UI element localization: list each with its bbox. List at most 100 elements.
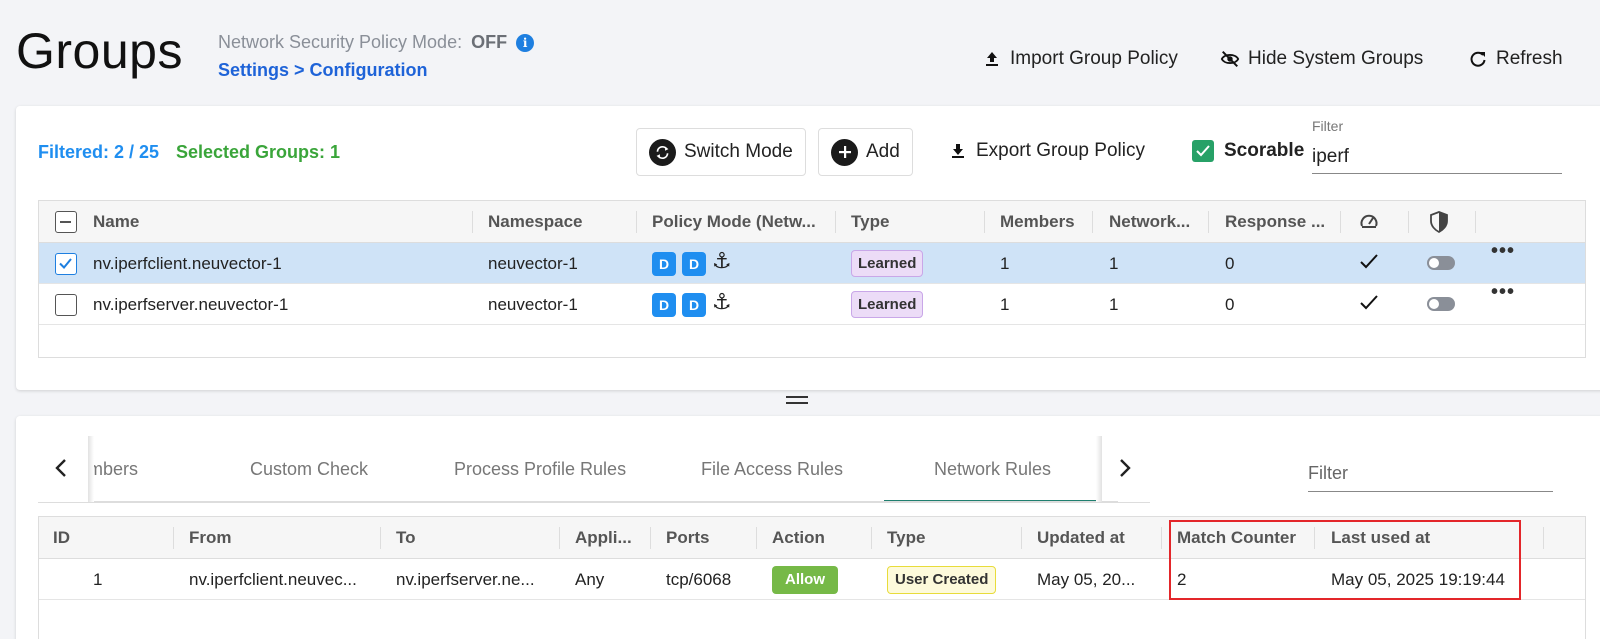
col-members[interactable]: Members	[1000, 201, 1090, 243]
group-details-panel: mbers Custom Check Process Profile Rules…	[16, 416, 1600, 639]
col-id[interactable]: ID	[53, 517, 70, 559]
tab-scroll-right-icon[interactable]	[1118, 458, 1132, 484]
group-network: 1	[1109, 254, 1119, 273]
tab-file-access-rules[interactable]: File Access Rules	[701, 436, 843, 501]
col-namespace[interactable]: Namespace	[488, 201, 628, 243]
group-row[interactable]: nv.iperfclient.neuvector-1 neuvector-1 D…	[39, 240, 1585, 284]
col-response[interactable]: Response ...	[1225, 201, 1340, 243]
upload-icon	[986, 52, 998, 66]
row-checkbox[interactable]	[55, 294, 77, 316]
col-ports[interactable]: Ports	[666, 517, 709, 559]
rule-match-counter: 2	[1177, 570, 1187, 589]
rules-filter-input[interactable]	[1308, 456, 1553, 492]
import-group-policy-button[interactable]: Import Group Policy	[982, 48, 1178, 70]
col-action[interactable]: Action	[772, 517, 825, 559]
selected-groups-count: Selected Groups: 1	[176, 142, 341, 162]
rule-updated-at: May 05, 20...	[1037, 570, 1136, 589]
page-title: Groups	[16, 23, 183, 79]
group-name: nv.iperfclient.neuvector-1	[93, 254, 282, 273]
select-all-checkbox[interactable]	[55, 211, 77, 233]
policy-mode-line: Network Security Policy Mode: OFF i	[218, 32, 535, 53]
filter-label: Filter	[1312, 118, 1344, 134]
policy-mode-badge: D	[652, 252, 676, 276]
rule-from: nv.iperfclient.neuvec...	[189, 570, 357, 589]
rule-application: Any	[575, 570, 605, 589]
network-rules-table: ID From To Appli... Ports Action Type Up…	[38, 516, 1586, 639]
check-icon	[1360, 295, 1378, 310]
tab-members[interactable]: mbers	[88, 436, 138, 501]
col-to[interactable]: To	[396, 517, 416, 559]
panel-resize-handle[interactable]	[786, 395, 808, 405]
group-namespace: neuvector-1	[488, 295, 578, 314]
check-icon	[1360, 254, 1378, 269]
rule-last-used-at: May 05, 2025 19:19:44	[1331, 570, 1505, 589]
scorable-checkbox[interactable]	[1192, 140, 1214, 162]
import-group-policy-label: Import Group Policy	[1010, 48, 1178, 69]
tab-process-profile-rules[interactable]: Process Profile Rules	[454, 436, 626, 501]
col-policy-mode[interactable]: Policy Mode (Netw...	[652, 201, 832, 243]
refresh-icon	[1470, 51, 1486, 67]
info-icon[interactable]: i	[516, 34, 535, 52]
tab-custom-check[interactable]: Custom Check	[250, 436, 368, 501]
add-label: Add	[866, 141, 900, 162]
group-filter-input[interactable]	[1312, 140, 1562, 174]
groups-table-header: Name Namespace Policy Mode (Netw... Type…	[39, 201, 1585, 243]
policy-mode-badge: D	[652, 293, 676, 317]
more-options-icon[interactable]: •••	[1491, 240, 1515, 263]
group-response: 0	[1225, 295, 1235, 314]
col-rule-type[interactable]: Type	[887, 517, 925, 559]
group-namespace: neuvector-1	[488, 254, 578, 273]
export-group-policy-label: Export Group Policy	[976, 140, 1145, 161]
group-members: 1	[1000, 295, 1010, 314]
export-group-policy-button[interactable]: Export Group Policy	[948, 140, 1145, 162]
eye-off-icon	[1220, 51, 1240, 67]
col-from[interactable]: From	[189, 517, 232, 559]
refresh-label: Refresh	[1496, 48, 1563, 69]
col-last-used-at[interactable]: Last used at	[1331, 517, 1430, 559]
group-members: 1	[1000, 254, 1010, 273]
type-badge: Learned	[851, 250, 924, 277]
gauge-icon	[1360, 214, 1378, 228]
profile-mode-badge: D	[682, 252, 706, 276]
group-toggle[interactable]	[1427, 256, 1455, 270]
col-name[interactable]: Name	[93, 201, 463, 243]
tab-scroll-left-icon[interactable]	[54, 458, 68, 484]
download-icon	[952, 144, 964, 158]
col-type[interactable]: Type	[851, 201, 981, 243]
plus-icon	[831, 138, 858, 166]
add-button[interactable]: Add	[818, 128, 913, 176]
shield-icon	[1430, 211, 1448, 233]
network-rules-header: ID From To Appli... Ports Action Type Up…	[39, 517, 1585, 559]
rule-to: nv.iperfserver.ne...	[396, 570, 535, 589]
scorable-label: Scorable	[1224, 140, 1305, 161]
group-row[interactable]: nv.iperfserver.neuvector-1 neuvector-1 D…	[39, 281, 1585, 325]
anchor-icon: ⚓	[712, 289, 732, 314]
col-application[interactable]: Appli...	[575, 517, 632, 559]
groups-panel: Filtered: 2 / 25 Selected Groups: 1 Swit…	[16, 106, 1600, 390]
rule-action-badge: Allow	[772, 566, 838, 594]
group-toggle[interactable]	[1427, 297, 1455, 311]
group-name: nv.iperfserver.neuvector-1	[93, 295, 289, 314]
more-options-icon[interactable]: •••	[1491, 281, 1515, 304]
breadcrumb-link[interactable]: Settings > Configuration	[218, 60, 428, 81]
rule-id: 1	[93, 570, 103, 589]
filtered-count: Filtered: 2 / 25	[38, 142, 160, 162]
row-checkbox[interactable]	[55, 253, 77, 275]
switch-mode-icon	[649, 138, 676, 166]
switch-mode-button[interactable]: Switch Mode	[636, 128, 806, 176]
col-match-counter[interactable]: Match Counter	[1177, 517, 1296, 559]
tab-bar: mbers Custom Check Process Profile Rules…	[88, 436, 1118, 502]
tab-network-rules[interactable]: Network Rules	[884, 436, 1101, 501]
network-rule-row[interactable]: 1 nv.iperfclient.neuvec... nv.iperfserve…	[39, 559, 1585, 600]
rule-type-badge: User Created	[887, 566, 997, 594]
scorable-toggle[interactable]: Scorable	[1192, 140, 1304, 162]
profile-mode-badge: D	[682, 293, 706, 317]
col-updated-at[interactable]: Updated at	[1037, 517, 1125, 559]
switch-mode-label: Switch Mode	[684, 141, 793, 162]
refresh-button[interactable]: Refresh	[1468, 48, 1563, 70]
policy-mode-label: Network Security Policy Mode:	[218, 32, 463, 52]
hide-system-groups-button[interactable]: Hide System Groups	[1220, 48, 1423, 70]
col-network[interactable]: Network...	[1109, 201, 1204, 243]
groups-table: Name Namespace Policy Mode (Netw... Type…	[38, 200, 1586, 358]
policy-mode-value: OFF	[471, 32, 508, 52]
